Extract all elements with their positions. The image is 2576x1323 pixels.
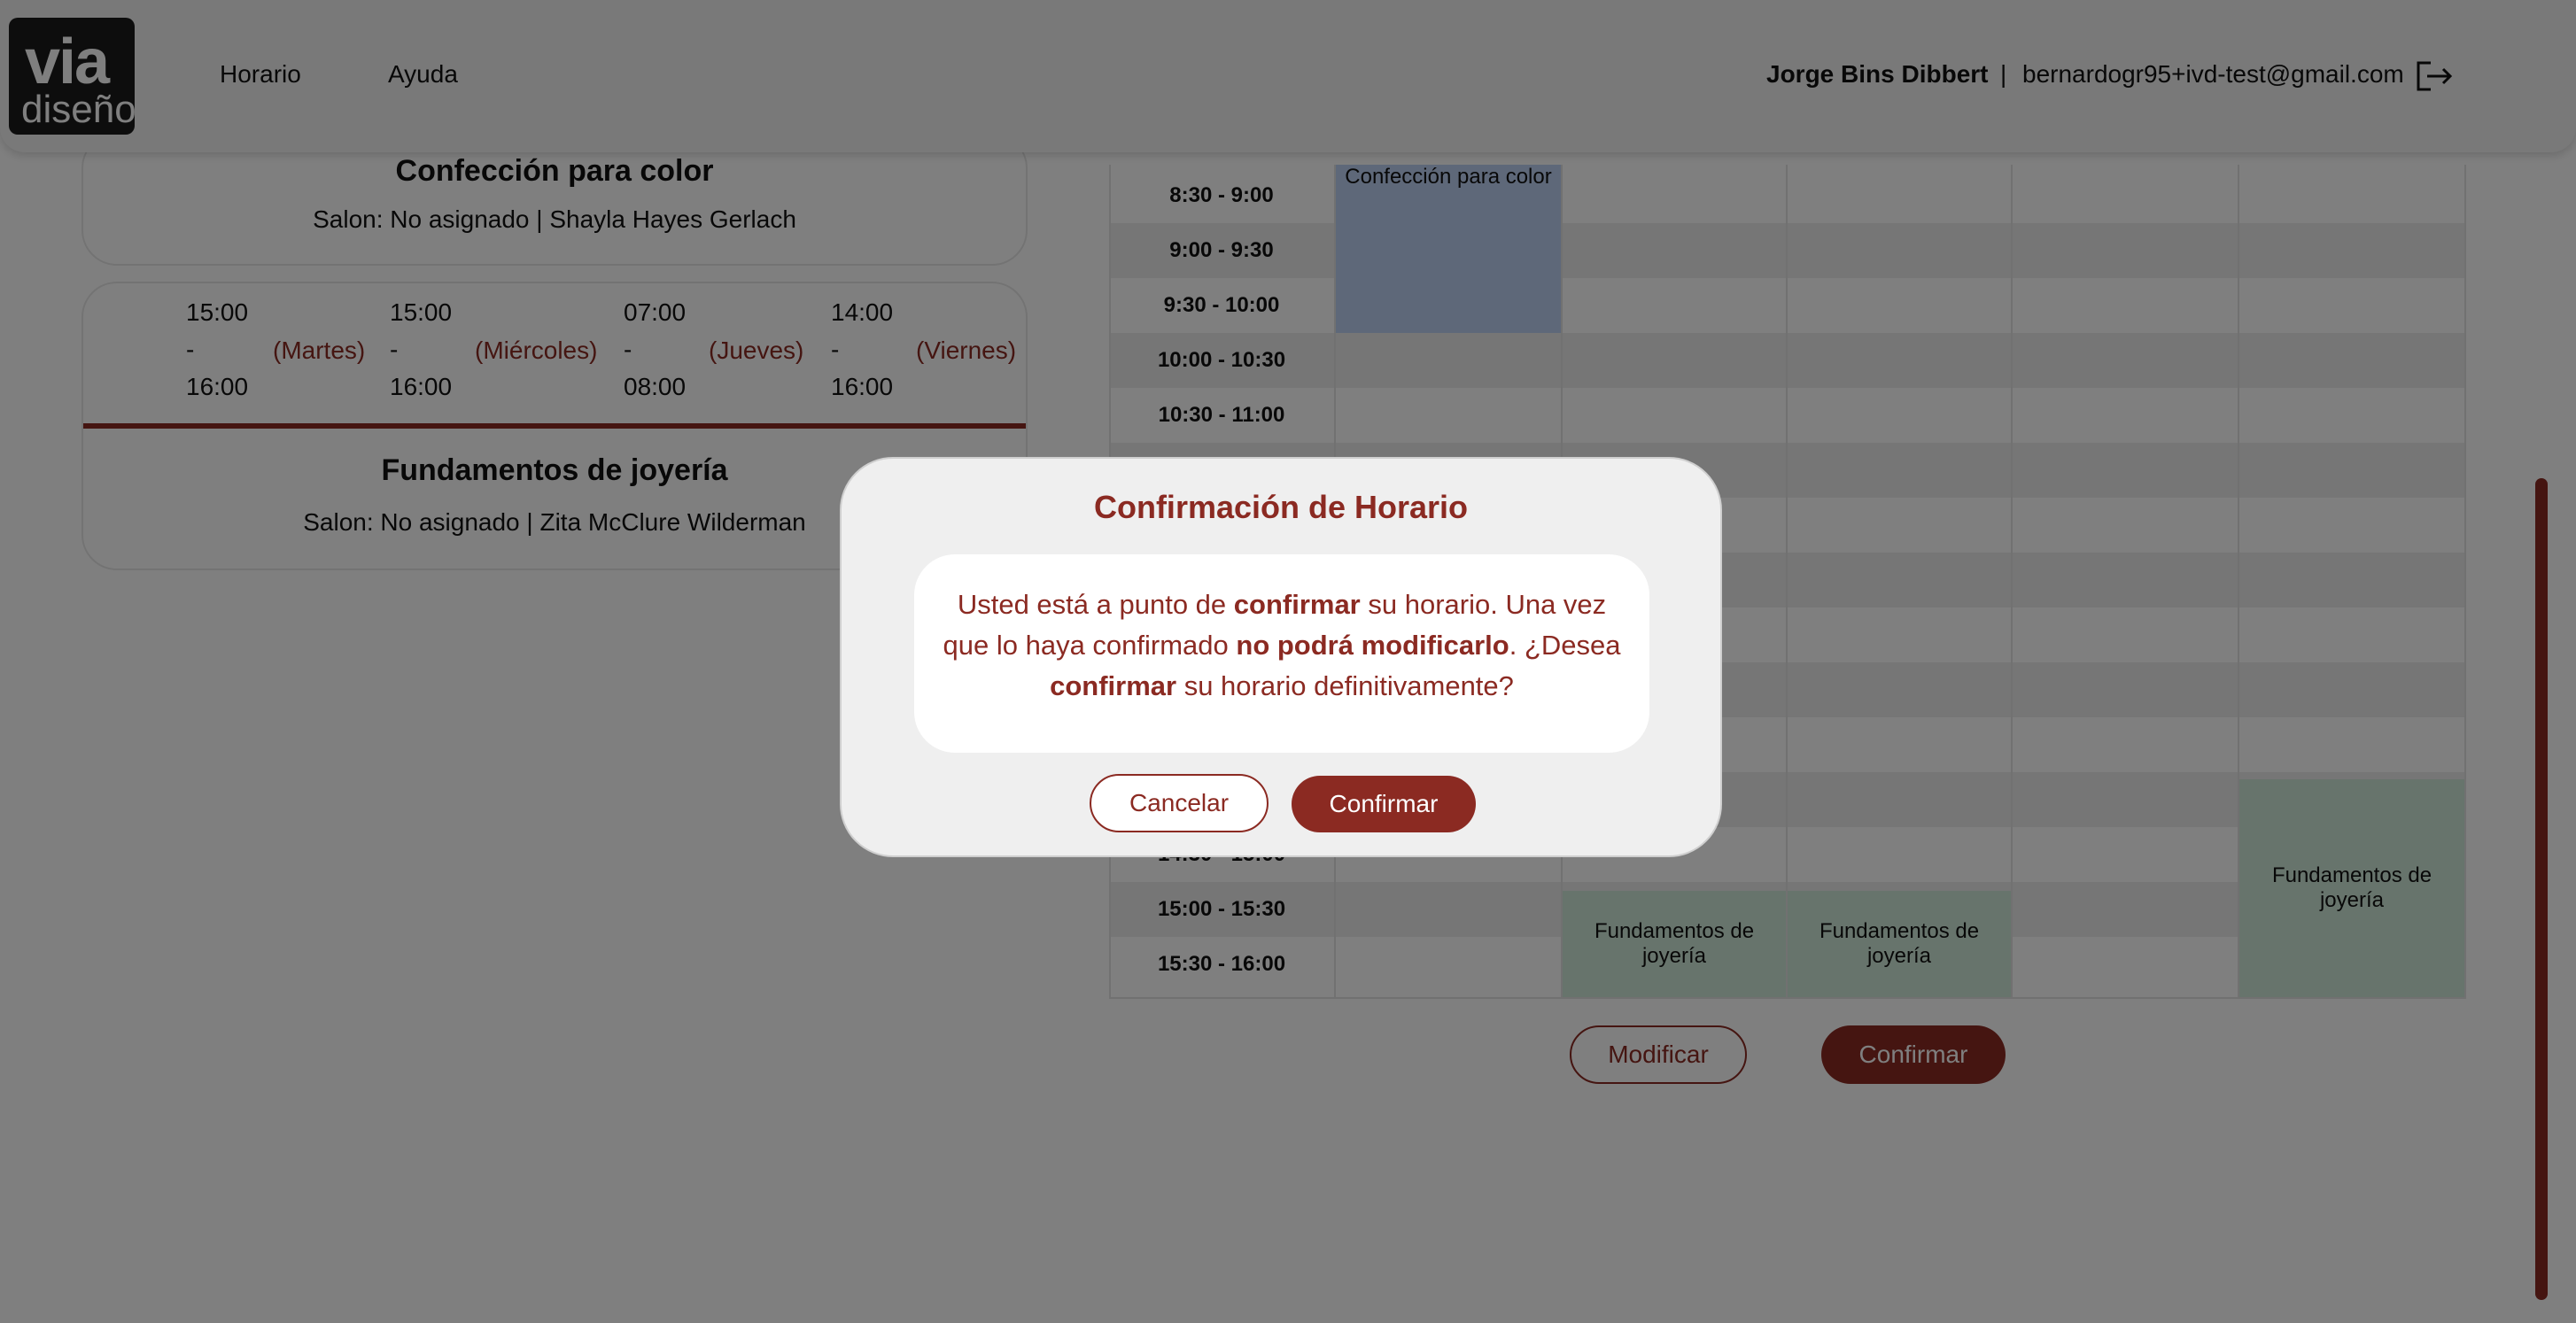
modal-cancel-button[interactable]: Cancelar xyxy=(1090,774,1269,832)
modal-title: Confirmación de Horario xyxy=(1093,489,1469,525)
modal-message: Usted está a punto de confirmar su horar… xyxy=(943,589,1621,701)
modal-message-box: Usted está a punto de confirmar su horar… xyxy=(914,554,1649,753)
confirmation-modal: Confirmación de Horario Usted está a pun… xyxy=(840,457,1722,857)
modal-confirm-button[interactable]: Confirmar xyxy=(1292,776,1476,832)
